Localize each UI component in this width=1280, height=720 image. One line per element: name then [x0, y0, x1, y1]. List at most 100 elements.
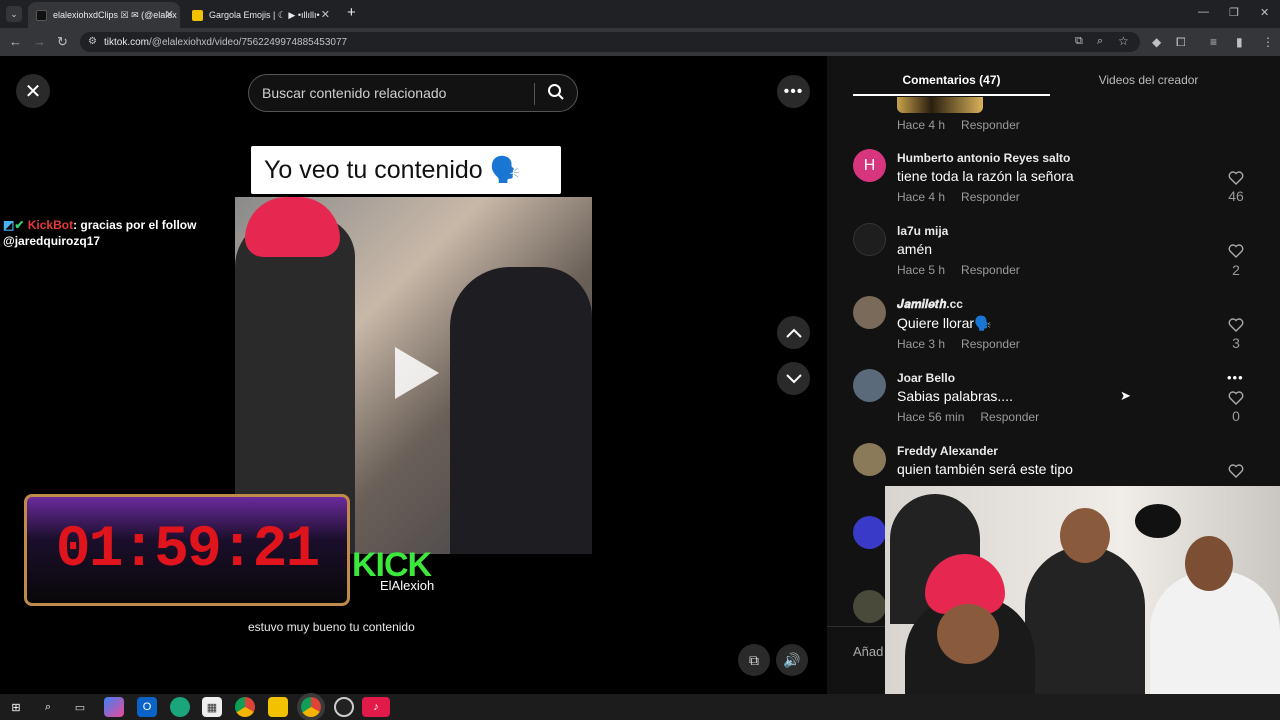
play-icon[interactable] — [395, 347, 439, 399]
chat-username: KickBot — [27, 218, 74, 232]
comment-time: Hace 56 min — [897, 410, 965, 424]
kick-channel-name: ElAlexioh — [380, 578, 435, 593]
search-placeholder: Buscar contenido relacionado — [262, 85, 447, 101]
mouse-cursor: ➤ — [1120, 388, 1131, 403]
red-hair — [245, 197, 340, 257]
avatar[interactable] — [853, 590, 886, 623]
avatar[interactable] — [853, 516, 886, 549]
picture-in-picture-button[interactable]: ⧉ — [738, 644, 770, 676]
spider-decoration — [1135, 504, 1181, 538]
close-video-button[interactable]: ✕ — [16, 74, 50, 108]
media-control-icon[interactable]: ≡ — [1210, 35, 1217, 49]
search-icon[interactable] — [547, 83, 565, 101]
extensions-puzzle-icon[interactable]: ⧠ — [1176, 35, 1186, 50]
tiktok-app-icon[interactable]: ♪ — [362, 697, 390, 717]
folder-favicon-icon — [192, 9, 203, 21]
extension-diamond-icon[interactable]: ◆ — [1152, 35, 1161, 49]
heart-icon[interactable] — [1228, 170, 1244, 186]
comment-author[interactable]: 𝑱𝒂𝒎𝒊𝒍𝒆𝒕𝒉.cc — [897, 297, 963, 312]
chevron-up-icon — [785, 328, 802, 338]
bookmark-star-icon[interactable]: ☆ — [1118, 34, 1129, 48]
reply-button[interactable]: Responder — [961, 263, 1020, 277]
avatar[interactable]: H — [853, 149, 886, 182]
comments-tabs: Comentarios (47) Videos del creador — [853, 64, 1253, 96]
stream-chat-message: ◩✔ KickBot: gracias por el follow @jared… — [3, 217, 228, 249]
comment-meta: Hace 56 min Responder — [897, 410, 1055, 424]
comment-meta: Hace 4 h Responder — [897, 118, 1036, 132]
maximize-button[interactable]: ❐ — [1229, 6, 1239, 19]
comment-author[interactable]: Joar Bello — [897, 371, 955, 385]
comment-text: amén — [897, 241, 933, 257]
store-icon[interactable]: ▦ — [202, 697, 222, 717]
video-caption-banner: Yo veo tu contenido 🗣️ — [251, 146, 561, 194]
reload-icon[interactable]: ↻ — [57, 34, 68, 50]
reply-button[interactable]: Responder — [980, 410, 1039, 424]
like-count: 0 — [1232, 408, 1240, 424]
tab-title: elalexiohxdClips ☒ ✉ (@elalex — [53, 9, 177, 20]
url-domain: tiktok.com — [104, 36, 150, 48]
task-view-icon[interactable]: ▭ — [70, 697, 90, 717]
obs-icon[interactable] — [334, 697, 354, 717]
back-arrow-icon[interactable]: ← — [9, 34, 22, 49]
avatar[interactable] — [853, 223, 886, 256]
reply-button[interactable]: Responder — [961, 337, 1020, 351]
person-center-head — [1060, 508, 1110, 563]
address-bar[interactable]: ⚙ tiktok.com/@elalexiohxd/video/75622499… — [80, 32, 1140, 52]
edge-icon[interactable] — [170, 697, 190, 717]
add-comment-input[interactable]: Añad — [853, 644, 883, 659]
previous-video-button[interactable] — [777, 316, 810, 349]
browser-tab-gargola[interactable]: Gargola Emojis | ☾ ▶ •ıllıllı• ✕ — [184, 2, 336, 28]
video-overlay-text: estuvo muy bueno tu contenido — [248, 620, 415, 634]
search-icon[interactable]: ⌕ — [38, 697, 58, 717]
verified-badge-icon: ✔ — [14, 218, 25, 232]
avatar[interactable] — [853, 443, 886, 476]
search-input[interactable]: Buscar contenido relacionado — [248, 74, 578, 112]
tab-title: Gargola Emojis | ☾ ▶ •ıllıllı• — [209, 9, 320, 20]
comment-text: Sabias palabras.... — [897, 388, 1013, 404]
comment-options-icon[interactable]: ••• — [1227, 370, 1244, 385]
chrome-active-icon[interactable] — [301, 697, 321, 717]
heart-icon[interactable] — [1228, 317, 1244, 333]
avatar[interactable] — [853, 296, 886, 329]
comment-text: tiene toda la razón la señora — [897, 168, 1074, 184]
reply-button[interactable]: Responder — [961, 190, 1020, 204]
close-tab-icon[interactable]: ✕ — [165, 8, 174, 21]
site-info-icon[interactable]: ⚙ — [88, 36, 97, 47]
minimize-button[interactable]: — — [1198, 6, 1209, 18]
tab-list-button[interactable]: ⌄ — [6, 6, 22, 22]
windows-start-icon[interactable]: ⊞ — [6, 697, 26, 717]
copilot-icon[interactable] — [104, 697, 124, 717]
browser-tab-tiktok[interactable]: elalexiohxdClips ☒ ✉ (@elalex ✕ — [28, 2, 180, 28]
heart-icon[interactable] — [1228, 390, 1244, 406]
profile-icon[interactable]: ▮ — [1236, 35, 1243, 49]
heart-icon[interactable] — [1228, 243, 1244, 259]
outlook-icon[interactable]: O — [137, 697, 157, 717]
chrome-icon[interactable] — [235, 697, 255, 717]
volume-button[interactable]: 🔊 — [776, 644, 808, 676]
timer-value: 01:59:21 — [55, 517, 320, 583]
like-count: 46 — [1228, 188, 1244, 204]
next-video-button[interactable] — [777, 362, 810, 395]
tab-comments[interactable]: Comentarios (47) — [853, 64, 1050, 96]
close-tab-icon[interactable]: ✕ — [321, 8, 330, 21]
more-options-button[interactable]: ••• — [777, 75, 810, 108]
chevron-down-icon — [785, 373, 802, 383]
search-divider — [534, 83, 535, 105]
windows-taskbar — [0, 694, 1280, 720]
close-window-button[interactable]: ✕ — [1260, 6, 1269, 19]
comment-author[interactable]: Humberto antonio Reyes salto — [897, 151, 1070, 165]
forward-arrow-icon[interactable]: → — [33, 34, 46, 49]
person-right — [450, 267, 592, 554]
file-explorer-icon[interactable] — [268, 697, 288, 717]
zoom-icon[interactable]: ⌕ — [1097, 35, 1103, 48]
tab-creator-videos[interactable]: Videos del creador — [1050, 64, 1247, 96]
install-app-icon[interactable]: ⧉ — [1075, 35, 1083, 48]
menu-dots-icon[interactable]: ⋮ — [1262, 35, 1274, 49]
comment-author[interactable]: Freddy Alexander — [897, 444, 998, 458]
comment-author[interactable]: la7u mija — [897, 224, 948, 238]
new-tab-button[interactable]: + — [347, 4, 356, 21]
like-count: 3 — [1232, 335, 1240, 351]
heart-icon[interactable] — [1228, 463, 1244, 479]
reply-button[interactable]: Responder — [961, 118, 1020, 132]
avatar[interactable] — [853, 369, 886, 402]
